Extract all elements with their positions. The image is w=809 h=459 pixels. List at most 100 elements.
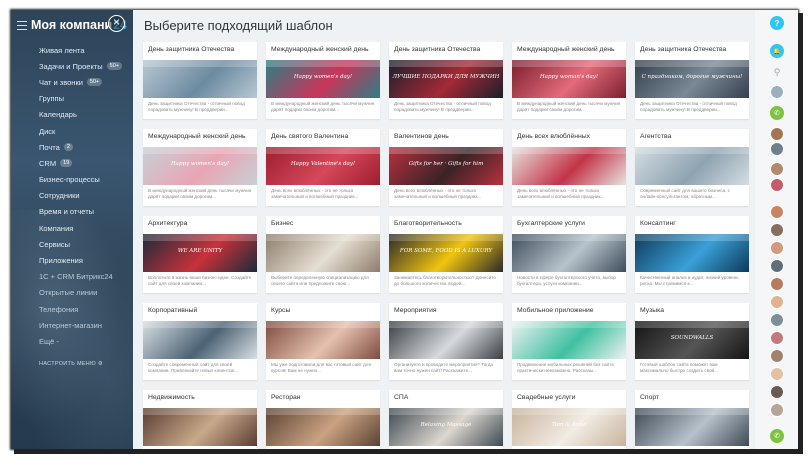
sidebar-item[interactable]: Время и отчеты	[11, 204, 133, 220]
template-card[interactable]: Международный женский день Happy women's …	[266, 42, 380, 119]
template-preview[interactable]: SOUNDWALLS	[635, 321, 749, 359]
sidebar-item[interactable]: Задачи и Проекты 50+	[11, 58, 133, 74]
avatar[interactable]	[770, 241, 784, 255]
template-card[interactable]: Агентства Современный сайт для вашего биз…	[635, 129, 749, 206]
template-card[interactable]: Международный женский день Happy women's …	[143, 129, 257, 206]
call-icon[interactable]: ✆	[770, 429, 784, 443]
notifications-icon[interactable]: 🔔	[770, 44, 784, 58]
template-preview[interactable]: Gifts for her · Gifts for him	[389, 147, 503, 185]
sidebar-item[interactable]: Диск	[11, 123, 133, 139]
setup-menu-link[interactable]: НАСТРОИТЬ МЕНЮ ⚙	[39, 361, 103, 367]
template-preview[interactable]	[266, 321, 380, 359]
template-card[interactable]: Свадебные услуги Tom & Anna	[512, 390, 626, 449]
template-preview[interactable]	[635, 147, 749, 185]
sidebar-item[interactable]: Календарь	[11, 107, 133, 123]
phone-icon[interactable]: ✆	[770, 106, 784, 120]
sidebar-item[interactable]: 1С + CRM Битрикс24	[11, 269, 133, 285]
template-card[interactable]: Валентинов день Gifts for her · Gifts for…	[389, 129, 503, 206]
template-card[interactable]: Консалтинг Качественный анализ и аудит, н…	[635, 216, 749, 293]
menu-icon[interactable]	[17, 20, 27, 30]
sidebar-item[interactable]: Открытые линии	[11, 285, 133, 301]
avatar[interactable]	[770, 367, 784, 381]
sidebar-item[interactable]: Почта 2	[11, 139, 133, 155]
template-card[interactable]: День защитника Отечества ЛУЧШИЕ ПОДАРКИ Д…	[389, 42, 503, 119]
avatar[interactable]	[770, 142, 784, 156]
template-preview[interactable]	[512, 321, 626, 359]
sidebar-item[interactable]: Приложения	[11, 252, 133, 268]
template-card[interactable]: Мобильное приложение Продвижение мобильны…	[512, 303, 626, 380]
sidebar-item[interactable]: Компания	[11, 220, 133, 236]
app-window: Моя компани24 Живая лентаЗадачи и Проект…	[11, 10, 798, 449]
template-preview[interactable]: WE ARE UNITY	[143, 234, 257, 272]
sidebar-item[interactable]: Сервисы	[11, 236, 133, 252]
template-card[interactable]: Курсы Мы уже подготовили для вас готовый …	[266, 303, 380, 380]
template-card[interactable]: День защитника Отечества С праздником, до…	[635, 42, 749, 119]
avatar[interactable]	[770, 277, 784, 291]
template-card[interactable]: День защитника Отечества День защитника О…	[143, 42, 257, 119]
sidebar-item[interactable]: Бизнес-процессы	[11, 172, 133, 188]
sidebar-item-label: Телефония	[39, 304, 79, 314]
template-preview[interactable]	[512, 234, 626, 272]
template-preview[interactable]	[266, 408, 380, 446]
template-preview[interactable]	[143, 60, 257, 98]
sidebar-item[interactable]: Телефония	[11, 301, 133, 317]
template-preview[interactable]	[635, 234, 749, 272]
preview-header-strip	[143, 321, 257, 328]
template-card[interactable]: Благотворительность FOR SOME, FOOD IS A L…	[389, 216, 503, 293]
avatar[interactable]	[770, 295, 784, 309]
template-card[interactable]: Мероприятия Организуете и проводите мероп…	[389, 303, 503, 380]
avatar[interactable]	[770, 85, 784, 99]
avatar[interactable]	[770, 259, 784, 273]
avatar[interactable]	[770, 331, 784, 345]
template-preview[interactable]	[143, 321, 257, 359]
template-card[interactable]: СПА Relaxing Massage	[389, 390, 503, 449]
avatar[interactable]	[770, 178, 784, 192]
avatar[interactable]	[770, 403, 784, 417]
template-picker: Выберите подходящий шаблон День защитник…	[133, 10, 755, 449]
template-card[interactable]: День всех влюблённых День всех влюблённых…	[512, 129, 626, 206]
close-icon[interactable]: ×	[108, 15, 125, 32]
template-card[interactable]: Бухгалтерские услуги Новости в сфере бухг…	[512, 216, 626, 293]
sidebar-item[interactable]: Чат и звонки 50+	[11, 74, 133, 90]
sidebar-item[interactable]: Ещё -	[11, 333, 133, 349]
template-preview[interactable]	[512, 147, 626, 185]
template-card[interactable]: Музыка SOUNDWALLS Готовый шаблон сайта пом…	[635, 303, 749, 380]
avatar[interactable]	[770, 313, 784, 327]
template-description: День защитника Отечества - отличный пово…	[148, 101, 245, 112]
template-preview[interactable]: Relaxing Massage	[389, 408, 503, 446]
sidebar-item[interactable]: CRM 19	[11, 155, 133, 171]
template-card[interactable]: Архитектура WE ARE UNITY Воплотите в жизнь…	[143, 216, 257, 293]
avatar[interactable]	[770, 205, 784, 219]
template-preview[interactable]: Happy women's day!	[143, 147, 257, 185]
avatar[interactable]	[770, 127, 784, 141]
template-preview[interactable]: FOR SOME, FOOD IS A LUXURY	[389, 234, 503, 272]
template-preview[interactable]: С праздником, дорогие мужчины!	[635, 60, 749, 98]
search-icon[interactable]: ⚲	[770, 65, 784, 79]
template-card[interactable]: Корпоративный Создайте современный сайт д…	[143, 303, 257, 380]
template-preview[interactable]: Happy Valentine's day!	[266, 147, 380, 185]
template-card[interactable]: Недвижимость	[143, 390, 257, 449]
template-card[interactable]: Международный женский день Happy woman's …	[512, 42, 626, 119]
template-preview[interactable]: ЛУЧШИЕ ПОДАРКИ ДЛЯ МУЖЧИН	[389, 60, 503, 98]
sidebar-item[interactable]: Интернет-магазин	[11, 317, 133, 333]
avatar[interactable]	[770, 162, 784, 176]
template-preview[interactable]	[143, 408, 257, 446]
template-preview[interactable]: Happy woman's day!	[512, 60, 626, 98]
sidebar-item[interactable]: Сотрудники	[11, 188, 133, 204]
template-card[interactable]: Ресторан	[266, 390, 380, 449]
template-card[interactable]: Бизнес Выберите определенную специализаци…	[266, 216, 380, 293]
sidebar-item[interactable]: Группы	[11, 91, 133, 107]
help-icon[interactable]: ?	[770, 16, 784, 30]
template-preview[interactable]: Tom & Anna	[512, 408, 626, 446]
template-card[interactable]: День святого Валентина Happy Valentine's …	[266, 129, 380, 206]
avatar[interactable]	[770, 349, 784, 363]
template-preview[interactable]	[635, 408, 749, 446]
sidebar-item[interactable]: Живая лента	[11, 42, 133, 58]
template-preview[interactable]: Happy women's day!	[266, 60, 380, 98]
avatar[interactable]	[770, 223, 784, 237]
template-description: Качественный анализ и аудит, низкий уров…	[640, 275, 739, 286]
template-preview[interactable]	[266, 234, 380, 272]
avatar[interactable]	[770, 385, 784, 399]
template-preview[interactable]	[389, 321, 503, 359]
template-card[interactable]: Спорт	[635, 390, 749, 449]
